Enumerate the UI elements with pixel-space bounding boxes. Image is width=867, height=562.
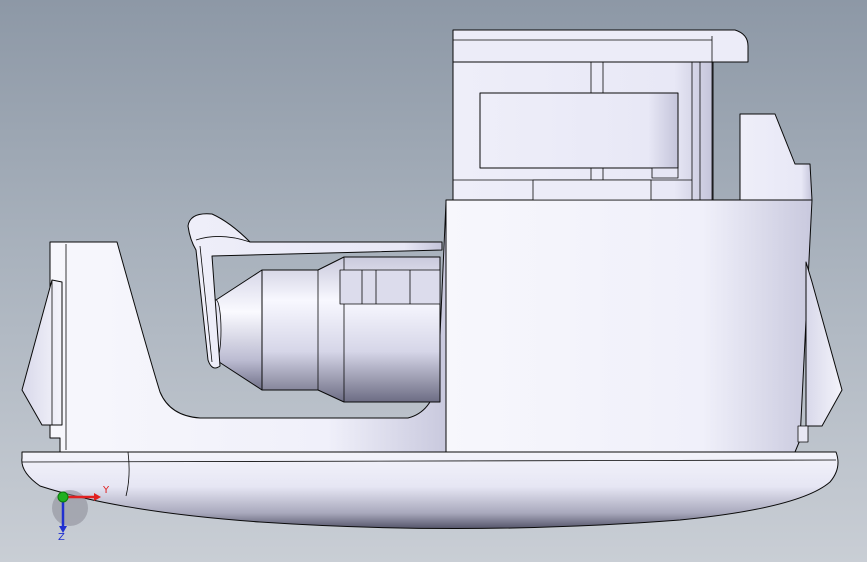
engine-band: [339, 269, 441, 305]
triad-x-label: Y: [103, 485, 110, 496]
cad-viewport[interactable]: [0, 0, 867, 562]
cabin-fin[interactable]: [739, 113, 813, 201]
cabin-window-inset: [651, 167, 679, 179]
boat-model[interactable]: [21, 29, 843, 530]
triad-y-axis-dot-icon: [57, 491, 69, 503]
triad-shadow: [52, 490, 88, 526]
main-body[interactable]: [445, 199, 813, 453]
engine-cone[interactable]: [215, 269, 263, 391]
front-fin[interactable]: [805, 261, 843, 427]
triad-z-label: Z: [58, 532, 65, 543]
cabin-roof[interactable]: [452, 29, 749, 63]
rear-fin[interactable]: [21, 279, 63, 426]
front-fin-foot: [797, 425, 809, 443]
cabin-window[interactable]: [479, 92, 679, 169]
coordinate-triad: [52, 490, 101, 533]
hull-bottom[interactable]: [21, 451, 839, 530]
cabin-base-panel: [532, 179, 652, 201]
